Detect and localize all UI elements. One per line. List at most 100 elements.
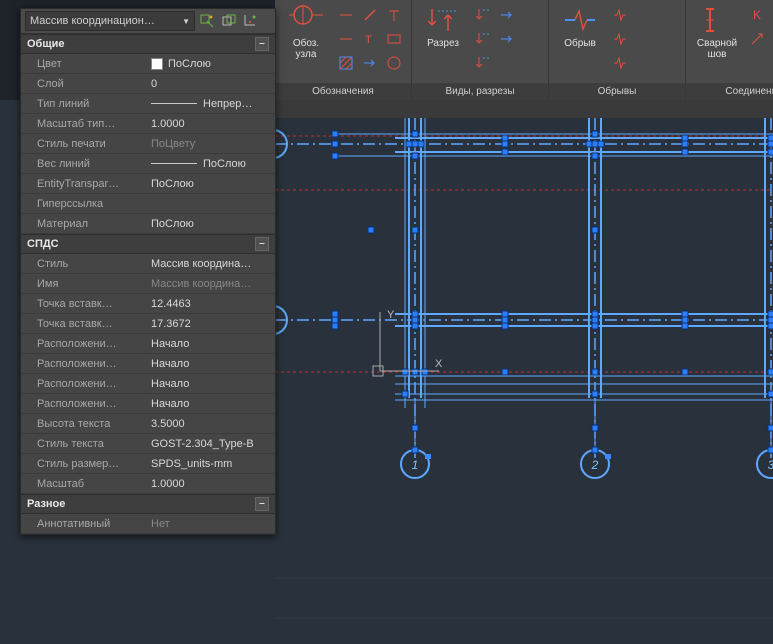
selection-grip[interactable]: [598, 141, 604, 147]
selection-grip[interactable]: [592, 141, 598, 147]
selection-grip[interactable]: [412, 317, 418, 323]
ribbon-big-soed[interactable]: Сварной шов: [690, 2, 744, 60]
sec1-icon[interactable]: [472, 4, 494, 26]
selection-grip[interactable]: [768, 311, 773, 317]
prop-value[interactable]: 0: [145, 74, 275, 93]
selection-grip[interactable]: [768, 323, 773, 329]
arrow-right-icon[interactable]: [496, 4, 518, 26]
prop-value[interactable]: GOST-2.304_Type-B: [145, 434, 275, 453]
selection-grip[interactable]: [768, 135, 773, 141]
section-header[interactable]: СПДС–: [21, 234, 275, 254]
selection-grip[interactable]: [332, 153, 338, 159]
drawing-svg[interactable]: 1 2 3 X Y: [275, 118, 773, 644]
selection-grip[interactable]: [592, 425, 598, 431]
section-header[interactable]: Разное–: [21, 494, 275, 514]
selection-grip[interactable]: [502, 135, 508, 141]
selection-grip[interactable]: [332, 131, 338, 137]
selection-grip[interactable]: [768, 425, 773, 431]
break-z-icon[interactable]: [609, 52, 631, 74]
selection-grip[interactable]: [502, 323, 508, 329]
prop-value[interactable]: ПоСлою: [145, 54, 275, 73]
collapse-icon[interactable]: –: [255, 497, 269, 511]
break-x-icon[interactable]: [609, 4, 631, 26]
selection-grip[interactable]: [412, 369, 418, 375]
line-red-icon[interactable]: [335, 4, 357, 26]
ribbon-big-vidy[interactable]: Разрез: [416, 2, 470, 49]
selection-grip[interactable]: [768, 317, 773, 323]
selection-grip[interactable]: [592, 323, 598, 329]
pickadd-icon[interactable]: [219, 12, 239, 30]
selection-grip[interactable]: [332, 141, 338, 147]
prop-value[interactable]: Непрер…: [145, 94, 275, 113]
circle-red-icon[interactable]: [383, 52, 405, 74]
selection-grip[interactable]: [682, 323, 688, 329]
sec-down-icon[interactable]: [472, 52, 494, 74]
collapse-icon[interactable]: –: [255, 37, 269, 51]
selection-grip[interactable]: [332, 311, 338, 317]
selection-grip[interactable]: [592, 311, 598, 317]
prop-value[interactable]: 1.0000: [145, 114, 275, 133]
sec3-icon[interactable]: [472, 28, 494, 50]
selection-grip[interactable]: [412, 447, 418, 453]
selection-grip[interactable]: [592, 391, 598, 397]
selection-grip[interactable]: [368, 227, 374, 233]
object-type-combo[interactable]: Массив координацион… ▼: [25, 11, 195, 31]
selection-grip[interactable]: [768, 369, 773, 375]
prop-value[interactable]: Начало: [145, 394, 275, 413]
t-red-icon[interactable]: [383, 4, 405, 26]
selection-grip[interactable]: [332, 323, 338, 329]
selection-grip[interactable]: [502, 149, 508, 155]
selection-grip[interactable]: [418, 141, 424, 147]
selection-grip[interactable]: [592, 153, 598, 159]
box-red-icon[interactable]: [383, 28, 405, 50]
selection-grip[interactable]: [682, 135, 688, 141]
selection-grip[interactable]: [412, 227, 418, 233]
selection-grip[interactable]: [412, 425, 418, 431]
prop-value[interactable]: 12.4463: [145, 294, 275, 313]
collapse-icon[interactable]: –: [255, 237, 269, 251]
selection-grip[interactable]: [768, 141, 773, 147]
selection-grip[interactable]: [502, 317, 508, 323]
line2-icon[interactable]: [335, 28, 357, 50]
slash-red-icon[interactable]: [359, 4, 381, 26]
selection-grip[interactable]: [412, 153, 418, 159]
break-w-icon[interactable]: [609, 28, 631, 50]
prop-value[interactable]: Начало: [145, 374, 275, 393]
selection-grip[interactable]: [592, 369, 598, 375]
selection-grip[interactable]: [412, 311, 418, 317]
selection-grip[interactable]: [592, 317, 598, 323]
selection-grip[interactable]: [768, 149, 773, 155]
ribbon-big-oboz[interactable]: Обоз. узла: [279, 2, 333, 60]
selection-grip[interactable]: [682, 369, 688, 375]
k-red-icon[interactable]: K: [746, 4, 768, 26]
arrow-right2-icon[interactable]: [496, 28, 518, 50]
prop-value[interactable]: Массив координа…: [145, 254, 275, 273]
selection-grip[interactable]: [406, 141, 412, 147]
selection-grip[interactable]: [592, 447, 598, 453]
prop-value[interactable]: ПоСлою: [145, 154, 275, 173]
selection-grip[interactable]: [502, 311, 508, 317]
selection-grip[interactable]: [502, 141, 508, 147]
select-objects-icon[interactable]: [241, 12, 261, 30]
quick-select-icon[interactable]: [197, 12, 217, 30]
selection-grip[interactable]: [586, 141, 592, 147]
ribbon-big-obryv[interactable]: Обрыв: [553, 2, 607, 49]
selection-grip[interactable]: [768, 391, 773, 397]
prop-value[interactable]: SPDS_units-mm: [145, 454, 275, 473]
selection-grip[interactable]: [592, 227, 598, 233]
selection-grip[interactable]: [682, 141, 688, 147]
section-header[interactable]: Общие–: [21, 34, 275, 54]
prop-value[interactable]: 1.0000: [145, 474, 275, 493]
arrow-red-icon[interactable]: [359, 52, 381, 74]
prop-value[interactable]: ПоСлою: [145, 214, 275, 233]
selection-grip[interactable]: [332, 317, 338, 323]
prop-value[interactable]: [145, 194, 275, 213]
text-red-icon[interactable]: T: [359, 28, 381, 50]
arr-red-icon[interactable]: [746, 28, 768, 50]
selection-grip[interactable]: [592, 131, 598, 137]
selection-grip[interactable]: [768, 447, 773, 453]
prop-value[interactable]: ПоСлою: [145, 174, 275, 193]
prop-value[interactable]: Начало: [145, 334, 275, 353]
prop-value[interactable]: 17.3672: [145, 314, 275, 333]
hatch-red-icon[interactable]: [335, 52, 357, 74]
